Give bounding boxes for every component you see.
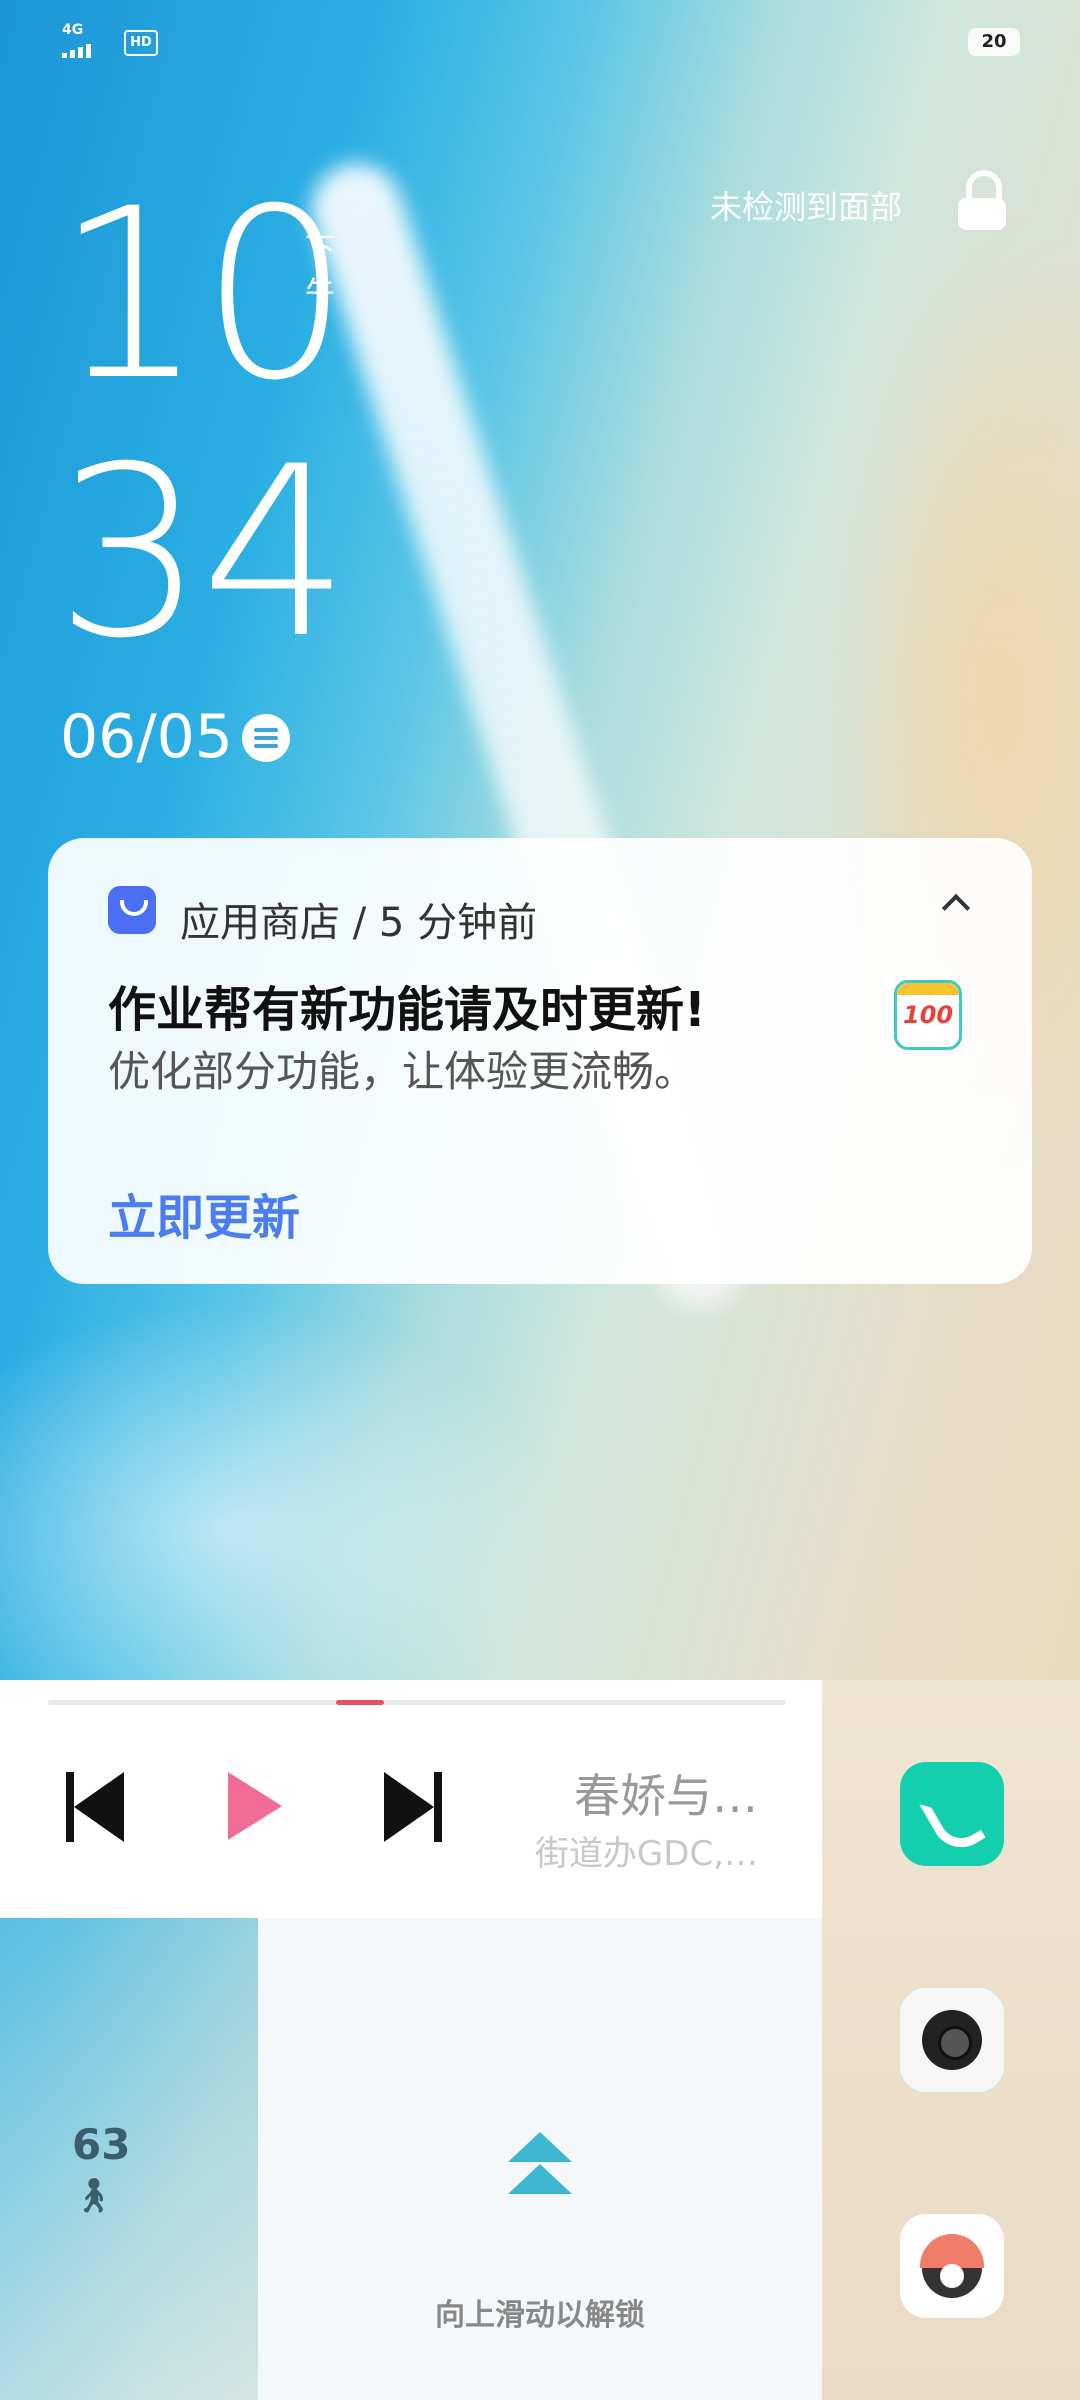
notification-title: 作业帮有新功能请及时更新! bbox=[108, 982, 706, 1038]
notification-app-name: 应用商店 bbox=[180, 900, 340, 946]
notification-header: 应用商店 / 5 分钟前 bbox=[180, 890, 537, 948]
unlock-hint: 向上滑动以解锁 bbox=[435, 2298, 645, 2333]
next-track-button[interactable] bbox=[382, 1772, 442, 1842]
notification-body: 优化部分功能，让体验更流畅。 bbox=[108, 1047, 697, 1096]
phone-icon bbox=[919, 1783, 986, 1859]
swipe-up-arrow-icon bbox=[508, 2132, 572, 2162]
swipe-up-arrow-icon bbox=[508, 2164, 572, 2194]
homework-app-icon-text: 100 bbox=[903, 1001, 954, 1029]
swipe-unlock-area[interactable]: 向上滑动以解锁 bbox=[258, 1918, 822, 2400]
camera-icon bbox=[922, 2010, 982, 2070]
signal-icon: 4G bbox=[60, 22, 120, 62]
app-store-icon bbox=[108, 886, 156, 934]
map-pin-icon bbox=[920, 2234, 984, 2298]
camera-shortcut-button[interactable] bbox=[900, 1988, 1004, 2092]
lock-icon bbox=[958, 170, 1006, 230]
hd-icon: HD bbox=[124, 30, 158, 56]
network-type: 4G bbox=[62, 22, 84, 38]
signal-bars bbox=[62, 44, 91, 58]
status-bar: 4G HD 20 bbox=[60, 22, 1020, 62]
update-now-button[interactable]: 立即更新 bbox=[108, 1178, 300, 1248]
media-progress-bar[interactable] bbox=[48, 1700, 786, 1705]
notification-card[interactable]: 应用商店 / 5 分钟前 作业帮有新功能请及时更新! 优化部分功能，让体验更流畅… bbox=[48, 838, 1032, 1284]
walking-icon: 🚶︎ bbox=[72, 2176, 116, 2216]
collapse-chevron-icon[interactable] bbox=[941, 893, 971, 923]
step-counter[interactable]: 63 🚶︎ bbox=[0, 1918, 258, 2400]
media-artist: 街道办GDC,… bbox=[534, 1834, 758, 1874]
media-player: 春娇与… 街道办GDC,… bbox=[0, 1680, 822, 1918]
face-status-text: 未检测到面部 bbox=[709, 188, 902, 226]
notification-time: 5 分钟前 bbox=[378, 900, 538, 946]
play-button[interactable] bbox=[228, 1772, 282, 1840]
clock-hour: 10 bbox=[55, 159, 350, 432]
step-count: 63 bbox=[72, 2120, 131, 2169]
homework-app-icon: 100 bbox=[894, 980, 962, 1050]
date-label: 06/05 bbox=[60, 702, 233, 772]
media-progress-fill bbox=[335, 1700, 384, 1705]
clock-minute: 34 bbox=[55, 417, 350, 690]
media-song-title: 春娇与… bbox=[574, 1769, 758, 1823]
previous-track-button[interactable] bbox=[66, 1772, 126, 1842]
battery-icon: 20 bbox=[968, 28, 1020, 56]
notification-separator: / bbox=[352, 900, 367, 946]
phone-shortcut-button[interactable] bbox=[900, 1762, 1004, 1866]
map-shortcut-button[interactable] bbox=[900, 2214, 1004, 2318]
calendar-list-icon[interactable] bbox=[242, 714, 290, 762]
shortcut-dock bbox=[822, 1680, 1080, 2400]
foam-decoration bbox=[0, 1300, 560, 1680]
clock-ampm: 下午 bbox=[305, 232, 335, 311]
